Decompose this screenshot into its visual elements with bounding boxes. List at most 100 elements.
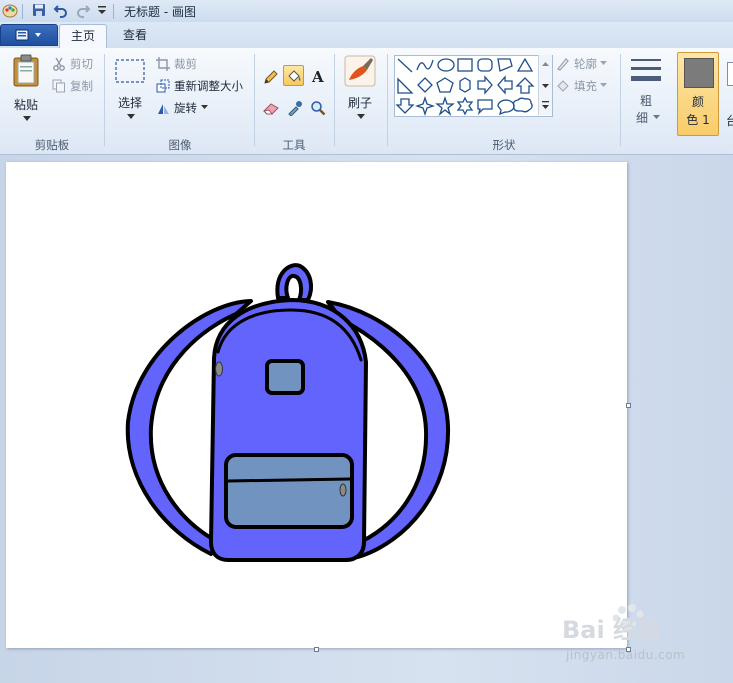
- backpack-drawing: [125, 263, 451, 562]
- group-separator: [387, 54, 388, 146]
- text-icon[interactable]: A: [307, 65, 328, 86]
- small-pocket: [265, 359, 305, 395]
- rectangle-shape-icon[interactable]: [457, 58, 473, 72]
- save-icon[interactable]: [31, 2, 47, 21]
- fill-label: 填充: [574, 79, 597, 93]
- chevron-down-icon: [357, 114, 365, 119]
- ribbon-tab-row: 主页 查看: [0, 22, 733, 48]
- watermark-url: jingyan.baidu.com: [566, 648, 686, 662]
- right-arrow-shape-icon[interactable]: [477, 75, 493, 95]
- baidu-watermark: Bai 经验: [560, 600, 700, 651]
- color2-label: 台: [726, 114, 733, 128]
- oval-shape-icon[interactable]: [437, 58, 455, 72]
- hexagon-shape-icon[interactable]: [459, 77, 471, 93]
- magnifier-icon[interactable]: [307, 97, 328, 118]
- color2-button[interactable]: 台: [724, 54, 733, 134]
- rotate-icon: [158, 104, 169, 114]
- expand-gallery-icon[interactable]: [542, 105, 549, 109]
- line-width-icon: [631, 59, 661, 81]
- polygon-shape-icon[interactable]: [497, 58, 513, 72]
- select-button[interactable]: 选择: [110, 54, 150, 130]
- up-arrow-shape-icon[interactable]: [515, 77, 535, 94]
- pencil-icon[interactable]: [260, 66, 281, 87]
- undo-icon[interactable]: [53, 2, 69, 21]
- outline-icon: [556, 58, 569, 71]
- top-loop: [275, 263, 314, 302]
- curve-shape-icon[interactable]: [416, 59, 434, 71]
- front-pocket: [224, 453, 354, 529]
- copy-button[interactable]: 复制: [52, 78, 93, 94]
- redo-icon[interactable]: [75, 2, 91, 21]
- copy-label: 复制: [70, 79, 93, 93]
- shapes-gallery-scroll[interactable]: [538, 55, 552, 115]
- fill-button[interactable]: 填充: [556, 78, 608, 94]
- rotate-button[interactable]: 旋转: [156, 100, 209, 116]
- selection-rectangle-icon: [115, 59, 145, 83]
- triangle-shape-icon[interactable]: [516, 57, 534, 72]
- group-separator: [334, 54, 335, 146]
- scroll-down-icon[interactable]: [542, 84, 549, 88]
- tab-home[interactable]: 主页: [59, 24, 107, 48]
- pocket-zipper-pull: [339, 483, 347, 497]
- fill-bucket-icon[interactable]: [283, 65, 304, 86]
- crop-label: 裁剪: [174, 57, 197, 71]
- oval-callout-shape-icon[interactable]: [497, 99, 515, 116]
- cut-label: 剪切: [70, 57, 93, 71]
- quick-access-toolbar: [2, 2, 118, 20]
- resize-icon: [156, 79, 170, 93]
- four-point-star-shape-icon[interactable]: [414, 95, 436, 116]
- rect-callout-shape-icon[interactable]: [477, 99, 493, 116]
- canvas-resize-handle-right[interactable]: [626, 403, 631, 408]
- cut-button[interactable]: 剪切: [52, 56, 93, 72]
- rounded-rectangle-shape-icon[interactable]: [477, 58, 493, 72]
- color1-swatch: [684, 58, 714, 88]
- window-title: 无标题 - 画图: [124, 5, 196, 19]
- outline-button[interactable]: 轮廓: [556, 56, 608, 72]
- right-triangle-shape-icon[interactable]: [397, 77, 414, 94]
- down-arrow-shape-icon[interactable]: [395, 98, 415, 114]
- resize-label: 重新调整大小: [174, 79, 243, 93]
- tab-view[interactable]: 查看: [112, 24, 158, 47]
- brushes-button[interactable]: 刷子: [340, 54, 380, 130]
- line-shape-icon[interactable]: [397, 58, 413, 73]
- outline-label: 轮廓: [574, 57, 597, 71]
- qat-separator: [22, 3, 23, 19]
- size-label-line1: 粗: [639, 94, 652, 108]
- chevron-down-icon: [127, 114, 135, 119]
- customize-qat-icon[interactable]: [97, 4, 107, 19]
- ribbon-home: 粘贴 剪切 复制 剪贴板 选择 裁剪 重新调整大小 旋转 图像 A 工具 刷子 …: [0, 48, 733, 155]
- crop-icon: [156, 57, 170, 71]
- crop-button[interactable]: 裁剪: [156, 56, 197, 72]
- paste-button[interactable]: 粘贴: [6, 52, 46, 130]
- scroll-up-icon[interactable]: [542, 62, 549, 66]
- brushes-label: 刷子: [347, 96, 372, 110]
- chevron-down-icon: [201, 105, 208, 109]
- paste-label: 粘贴: [13, 98, 38, 112]
- canvas-resize-handle-bottom[interactable]: [314, 647, 319, 652]
- six-point-star-shape-icon[interactable]: [456, 96, 474, 116]
- shapes-gallery: [394, 55, 553, 117]
- pentagon-shape-icon[interactable]: [436, 77, 454, 93]
- color1-label-line1: 颜: [691, 95, 704, 109]
- rotate-label: 旋转: [174, 101, 197, 115]
- left-arrow-shape-icon[interactable]: [497, 75, 513, 95]
- tools-group-label: 工具: [282, 138, 306, 152]
- color-picker-icon[interactable]: [284, 97, 305, 118]
- left-zipper-pull: [215, 361, 223, 377]
- size-button[interactable]: 粗 细: [626, 54, 666, 132]
- title-bar: 无标题 - 画图: [0, 0, 733, 23]
- drawing-canvas[interactable]: [6, 162, 627, 648]
- diamond-shape-icon[interactable]: [417, 77, 433, 93]
- chevron-down-icon: [23, 116, 31, 121]
- resize-button[interactable]: 重新调整大小: [156, 78, 243, 94]
- image-group-label: 图像: [168, 138, 192, 152]
- color1-button[interactable]: 颜 色 1: [677, 52, 719, 136]
- scissors-icon: [53, 57, 65, 71]
- cloud-callout-shape-icon[interactable]: [512, 97, 533, 113]
- eraser-icon[interactable]: [260, 97, 281, 118]
- five-point-star-shape-icon[interactable]: [435, 95, 455, 116]
- paint-menu-button[interactable]: [0, 24, 58, 46]
- chevron-down-icon: [600, 61, 607, 65]
- paint-app-icon[interactable]: [2, 2, 18, 21]
- chevron-down-icon: [653, 115, 660, 119]
